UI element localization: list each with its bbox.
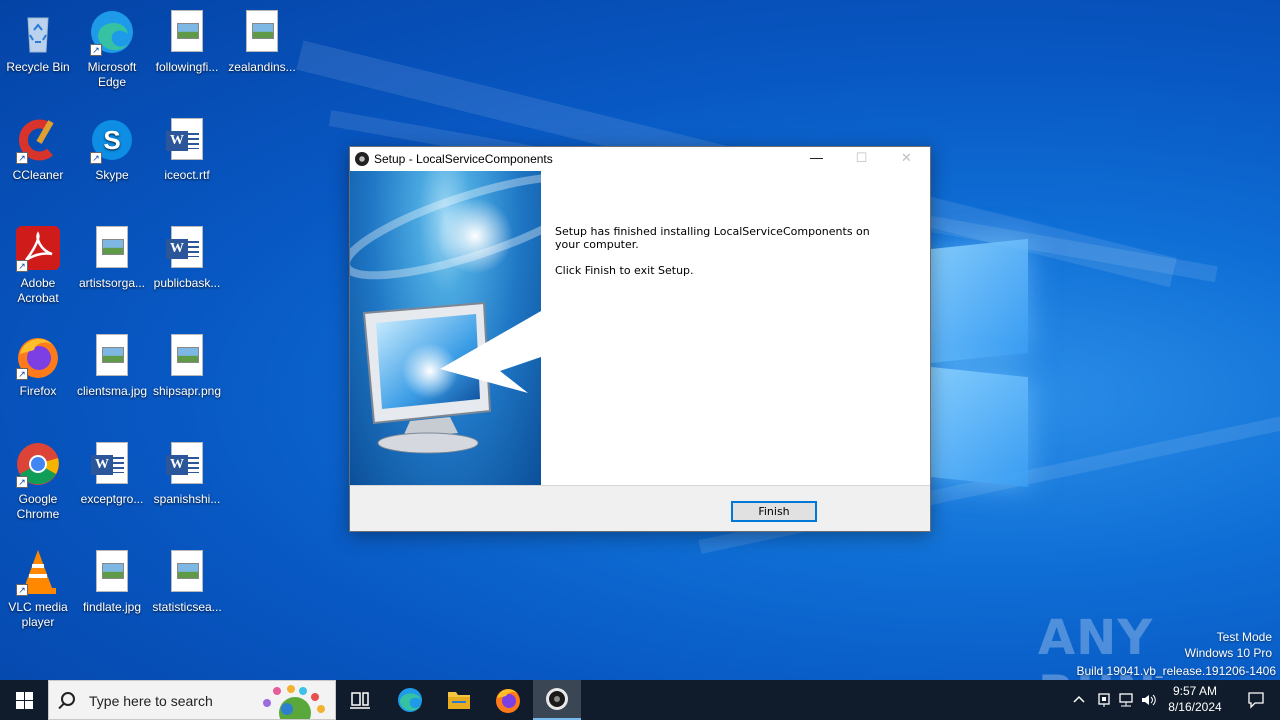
- desktop-icon-file[interactable]: zealandins...: [224, 8, 300, 75]
- desktop-icon-file[interactable]: W iceoct.rtf: [149, 116, 225, 183]
- volume-icon[interactable]: [1140, 692, 1158, 708]
- word-file-icon: W: [88, 440, 136, 488]
- action-center-button[interactable]: [1232, 680, 1280, 720]
- finish-button[interactable]: Finish: [731, 501, 817, 522]
- acrobat-icon: ↗: [14, 224, 62, 272]
- desktop-icon-file[interactable]: W publicbask...: [149, 224, 225, 291]
- clock-date: 8/16/2024: [1168, 700, 1222, 714]
- dialog-footer: Finish: [350, 485, 930, 531]
- desktop-icon-file[interactable]: clientsma.jpg: [74, 332, 150, 399]
- chrome-icon: ↗: [14, 440, 62, 488]
- desktop-icon-file[interactable]: artistsorga...: [74, 224, 150, 291]
- taskbar-firefox[interactable]: [484, 680, 532, 720]
- image-file-icon: [163, 8, 211, 56]
- image-file-icon: [163, 548, 211, 596]
- build-label: Build 19041.vb_release.191206-1406: [1076, 664, 1277, 678]
- taskbar-edge[interactable]: [386, 680, 434, 720]
- dialog-title: Setup - LocalServiceComponents: [374, 152, 553, 166]
- dialog-titlebar[interactable]: Setup - LocalServiceComponents — ☐ ✕: [350, 147, 930, 171]
- taskbar-clock[interactable]: 9:57 AM 8/16/2024: [1160, 683, 1230, 715]
- clock-time: 9:57 AM: [1172, 684, 1218, 698]
- system-tray: [1068, 680, 1160, 720]
- image-file-icon: [238, 8, 286, 56]
- desktop-icon-file[interactable]: followingfi...: [149, 8, 225, 75]
- recycle-bin-icon: [14, 8, 62, 56]
- setup-app-icon: [546, 688, 568, 710]
- dialog-content: Setup has finished installing LocalServi…: [350, 171, 930, 485]
- start-button[interactable]: [0, 680, 48, 720]
- word-file-icon: W: [163, 116, 211, 164]
- image-file-icon: [88, 224, 136, 272]
- taskbar-setup-app[interactable]: [533, 680, 581, 720]
- word-file-icon: W: [163, 224, 211, 272]
- setup-dialog: Setup - LocalServiceComponents — ☐ ✕ Set…: [349, 146, 931, 532]
- taskbar-search-box[interactable]: Type here to search: [48, 680, 336, 720]
- minimize-button[interactable]: —: [794, 147, 839, 171]
- desktop-icon-ccleaner[interactable]: ↗ CCleaner: [0, 116, 76, 183]
- desktop-icon-acrobat[interactable]: ↗ Adobe Acrobat: [0, 224, 76, 306]
- search-icon: [61, 692, 75, 706]
- desktop-icon-vlc[interactable]: ↗ VLC media player: [0, 548, 76, 630]
- setup-banner-image: [350, 171, 541, 485]
- device-icon[interactable]: [1096, 692, 1112, 708]
- image-file-icon: [88, 332, 136, 380]
- search-highlight-illustration: [263, 685, 325, 719]
- desktop-icon-file[interactable]: findlate.jpg: [74, 548, 150, 615]
- desktop-icon-firefox[interactable]: ↗ Firefox: [0, 332, 76, 399]
- task-view-icon: [350, 692, 370, 709]
- chevron-up-icon[interactable]: [1072, 693, 1086, 707]
- desktop-icon-file[interactable]: W exceptgro...: [74, 440, 150, 507]
- setup-app-icon: [355, 152, 369, 166]
- close-button[interactable]: ✕: [884, 147, 929, 171]
- network-icon[interactable]: [1118, 692, 1136, 708]
- notification-icon: [1248, 692, 1264, 709]
- word-file-icon: W: [163, 440, 211, 488]
- desktop-icon-edge[interactable]: ↗ Microsoft Edge: [74, 8, 150, 90]
- file-explorer-icon: [448, 692, 470, 709]
- desktop-icon-file[interactable]: shipsapr.png: [149, 332, 225, 399]
- firefox-icon: [496, 689, 520, 713]
- test-mode-label: Test Mode: [1216, 630, 1272, 644]
- desktop-icon-file[interactable]: W spanishshi...: [149, 440, 225, 507]
- task-view-button[interactable]: [336, 680, 384, 720]
- desktop-icon-skype[interactable]: S ↗ Skype: [74, 116, 150, 183]
- taskbar: Type here to search 9:57 AM 8/16/2024: [0, 680, 1280, 720]
- finish-message: Setup has finished installing LocalServi…: [555, 225, 870, 251]
- firefox-icon: ↗: [14, 332, 62, 380]
- skype-icon: S ↗: [88, 116, 136, 164]
- desktop-icon-chrome[interactable]: ↗ Google Chrome: [0, 440, 76, 522]
- taskbar-file-explorer[interactable]: [435, 680, 483, 720]
- windows-edition-label: Windows 10 Pro: [1184, 646, 1272, 660]
- maximize-button: ☐: [855, 150, 868, 165]
- image-file-icon: [163, 332, 211, 380]
- desktop-icon-recycle-bin[interactable]: Recycle Bin: [0, 8, 76, 75]
- exit-instruction: Click Finish to exit Setup.: [555, 264, 694, 277]
- svg-text:S: S: [103, 125, 120, 155]
- desktop-icon-file[interactable]: statisticsea...: [149, 548, 225, 615]
- image-file-icon: [88, 548, 136, 596]
- ccleaner-icon: ↗: [14, 116, 62, 164]
- edge-icon: ↗: [88, 8, 136, 56]
- edge-icon: [398, 688, 422, 712]
- search-placeholder: Type here to search: [89, 693, 213, 709]
- vlc-icon: ↗: [14, 548, 62, 596]
